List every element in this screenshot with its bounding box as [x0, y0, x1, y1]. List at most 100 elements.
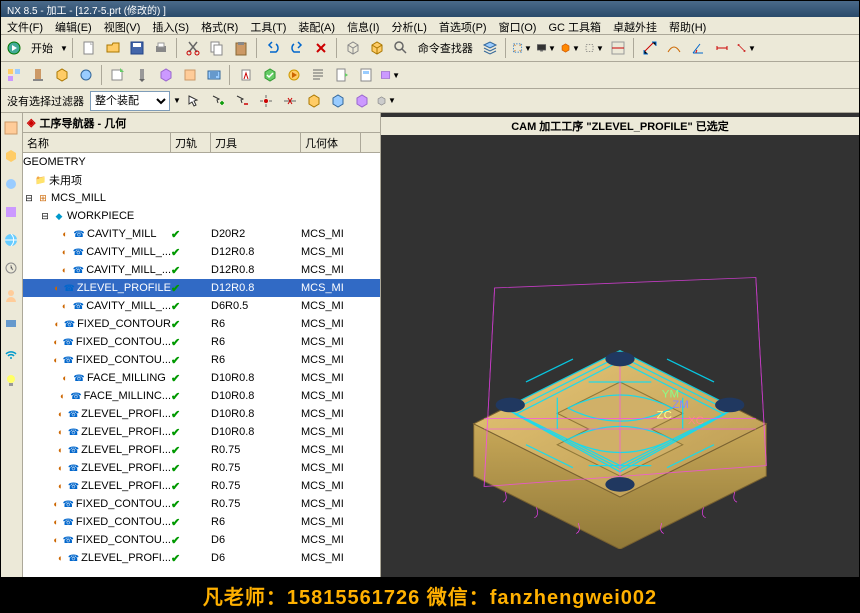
- collapse-icon[interactable]: ⊟: [39, 210, 51, 222]
- menu-plugin[interactable]: 卓越外挂: [607, 17, 663, 34]
- paste-icon[interactable]: [230, 37, 252, 59]
- operation-row[interactable]: ◐☎ZLEVEL_PROFI...✔D10R0.8MCS_MI: [23, 423, 380, 441]
- rb-reuse-icon[interactable]: [1, 171, 21, 197]
- tree-workpiece[interactable]: ⊟◆WORKPIECE: [23, 207, 380, 225]
- cube3-icon[interactable]: [351, 90, 373, 112]
- copy-icon[interactable]: [206, 37, 228, 59]
- rb-sys-icon[interactable]: [1, 311, 21, 337]
- layers-icon[interactable]: [479, 37, 501, 59]
- cube-orange-icon[interactable]: ▼: [559, 37, 581, 59]
- simulate-icon[interactable]: [283, 64, 305, 86]
- operation-row[interactable]: ◐☎ZLEVEL_PROFI...✔R0.75MCS_MI: [23, 477, 380, 495]
- menu-insert[interactable]: 插入(S): [146, 17, 195, 34]
- method-view-icon[interactable]: [75, 64, 97, 86]
- col-name[interactable]: 名称: [23, 133, 171, 152]
- dim-horiz-icon[interactable]: [711, 37, 733, 59]
- display-mode-icon[interactable]: ▼: [535, 37, 557, 59]
- col-geometry[interactable]: 几何体: [301, 133, 361, 152]
- operation-row[interactable]: ◐☎FIXED_CONTOU...✔R6MCS_MI: [23, 333, 380, 351]
- operation-row[interactable]: ◐☎FACE_MILLINC...✔D10R0.8MCS_MI: [23, 387, 380, 405]
- menu-assembly[interactable]: 装配(A): [292, 17, 341, 34]
- filter-dropdown-icon[interactable]: ▼: [173, 96, 181, 105]
- rb-part-icon[interactable]: [1, 143, 21, 169]
- open-icon[interactable]: [102, 37, 124, 59]
- operation-row[interactable]: ◐☎FIXED_CONTOU...✔R6MCS_MI: [23, 513, 380, 531]
- operation-row[interactable]: ◐☎FIXED_CONTOU...✔D6MCS_MI: [23, 531, 380, 549]
- output-clsf-icon[interactable]: ▼: [379, 64, 401, 86]
- undo-icon[interactable]: [262, 37, 284, 59]
- measure-curve-icon[interactable]: [663, 37, 685, 59]
- menu-file[interactable]: 文件(F): [1, 17, 49, 34]
- shop-doc-icon[interactable]: [355, 64, 377, 86]
- start-button[interactable]: [3, 37, 25, 59]
- menu-preferences[interactable]: 首选项(P): [433, 17, 493, 34]
- operation-row[interactable]: ◐☎ZLEVEL_PROFI...✔R0.75MCS_MI: [23, 459, 380, 477]
- clip-icon[interactable]: [607, 37, 629, 59]
- create-op-icon[interactable]: [203, 64, 225, 86]
- sel-add-icon[interactable]: [207, 90, 229, 112]
- print-icon[interactable]: [150, 37, 172, 59]
- measure-dist-icon[interactable]: [639, 37, 661, 59]
- menu-help[interactable]: 帮助(H): [663, 17, 712, 34]
- menu-edit[interactable]: 编辑(E): [49, 17, 98, 34]
- create-geometry-icon[interactable]: [155, 64, 177, 86]
- menu-tools[interactable]: 工具(T): [244, 17, 292, 34]
- dim-icon[interactable]: ▼: [735, 37, 757, 59]
- tree-unused[interactable]: 📁未用项: [23, 171, 380, 189]
- create-tool-icon[interactable]: [131, 64, 153, 86]
- operation-row[interactable]: ◐☎ZLEVEL_PROFI...✔R0.75MCS_MI: [23, 441, 380, 459]
- menu-window[interactable]: 窗口(O): [493, 17, 543, 34]
- generate-icon[interactable]: [235, 64, 257, 86]
- new-icon[interactable]: [78, 37, 100, 59]
- start-dropdown-icon[interactable]: ▼: [60, 44, 68, 53]
- cube2-icon[interactable]: [327, 90, 349, 112]
- machine-tool-icon[interactable]: [27, 64, 49, 86]
- nav-tree[interactable]: GEOMETRY 📁未用项 ⊟⊞MCS_MILL ⊟◆WORKPIECE ◐☎C…: [23, 153, 380, 611]
- cmd-finder-icon[interactable]: [390, 37, 412, 59]
- col-path[interactable]: 刀轨: [171, 133, 211, 152]
- pin-icon[interactable]: ◈: [27, 116, 35, 129]
- list-tool-icon[interactable]: [307, 64, 329, 86]
- rb-history-icon[interactable]: [1, 255, 21, 281]
- menu-info[interactable]: 信息(I): [341, 17, 385, 34]
- menu-gc-toolbox[interactable]: GC 工具箱: [542, 17, 607, 34]
- post-icon[interactable]: [331, 64, 353, 86]
- fit-view-icon[interactable]: ▼: [511, 37, 533, 59]
- operation-row[interactable]: ◐☎FACE_MILLING✔D10R0.8MCS_MI: [23, 369, 380, 387]
- operation-row[interactable]: ◐☎ZLEVEL_PROFI...✔D10R0.8MCS_MI: [23, 405, 380, 423]
- rb-wifi-icon[interactable]: [1, 339, 21, 365]
- create-method-icon[interactable]: [179, 64, 201, 86]
- cut-icon[interactable]: [182, 37, 204, 59]
- menu-view[interactable]: 视图(V): [98, 17, 147, 34]
- rb-light-icon[interactable]: [1, 367, 21, 393]
- graphics-viewport[interactable]: CAM 加工工序 "ZLEVEL_PROFILE" 已选定: [381, 113, 859, 611]
- snap-mid-icon[interactable]: [279, 90, 301, 112]
- cube-shaded-icon[interactable]: [366, 37, 388, 59]
- operation-row[interactable]: ◐☎ZLEVEL_PROFI...✔D6MCS_MI: [23, 549, 380, 567]
- snap-point-icon[interactable]: [255, 90, 277, 112]
- filter-combo[interactable]: 整个装配: [90, 91, 170, 111]
- rb-hd3d-icon[interactable]: [1, 199, 21, 225]
- angle-icon[interactable]: [687, 37, 709, 59]
- cube-wireframe-icon[interactable]: [342, 37, 364, 59]
- operation-row[interactable]: ◐☎FIXED_CONTOUR✔R6MCS_MI: [23, 315, 380, 333]
- tree-root[interactable]: GEOMETRY: [23, 153, 380, 171]
- cube1-icon[interactable]: [303, 90, 325, 112]
- menu-format[interactable]: 格式(R): [195, 17, 244, 34]
- geometry-view-icon[interactable]: [51, 64, 73, 86]
- col-tool[interactable]: 刀具: [211, 133, 301, 152]
- tree-mcs[interactable]: ⊟⊞MCS_MILL: [23, 189, 380, 207]
- rect-select-icon[interactable]: ▼: [583, 37, 605, 59]
- program-order-icon[interactable]: [3, 64, 25, 86]
- collapse-icon[interactable]: ⊟: [23, 192, 35, 204]
- rb-browser-icon[interactable]: [1, 227, 21, 253]
- operation-row[interactable]: ◐☎CAVITY_MILL_...✔D12R0.8MCS_MI: [23, 243, 380, 261]
- cube4-icon[interactable]: ▼: [375, 90, 397, 112]
- operation-row[interactable]: ◐☎FIXED_CONTOU...✔R0.75MCS_MI: [23, 495, 380, 513]
- operation-row[interactable]: ◐☎ZLEVEL_PROFILE✔D12R0.8MCS_MI: [23, 279, 380, 297]
- menu-analysis[interactable]: 分析(L): [385, 17, 432, 34]
- operation-row[interactable]: ◐☎CAVITY_MILL_...✔D6R0.5MCS_MI: [23, 297, 380, 315]
- operation-row[interactable]: ◐☎CAVITY_MILL✔D20R2MCS_MI: [23, 225, 380, 243]
- create-program-icon[interactable]: [107, 64, 129, 86]
- verify-icon[interactable]: [259, 64, 281, 86]
